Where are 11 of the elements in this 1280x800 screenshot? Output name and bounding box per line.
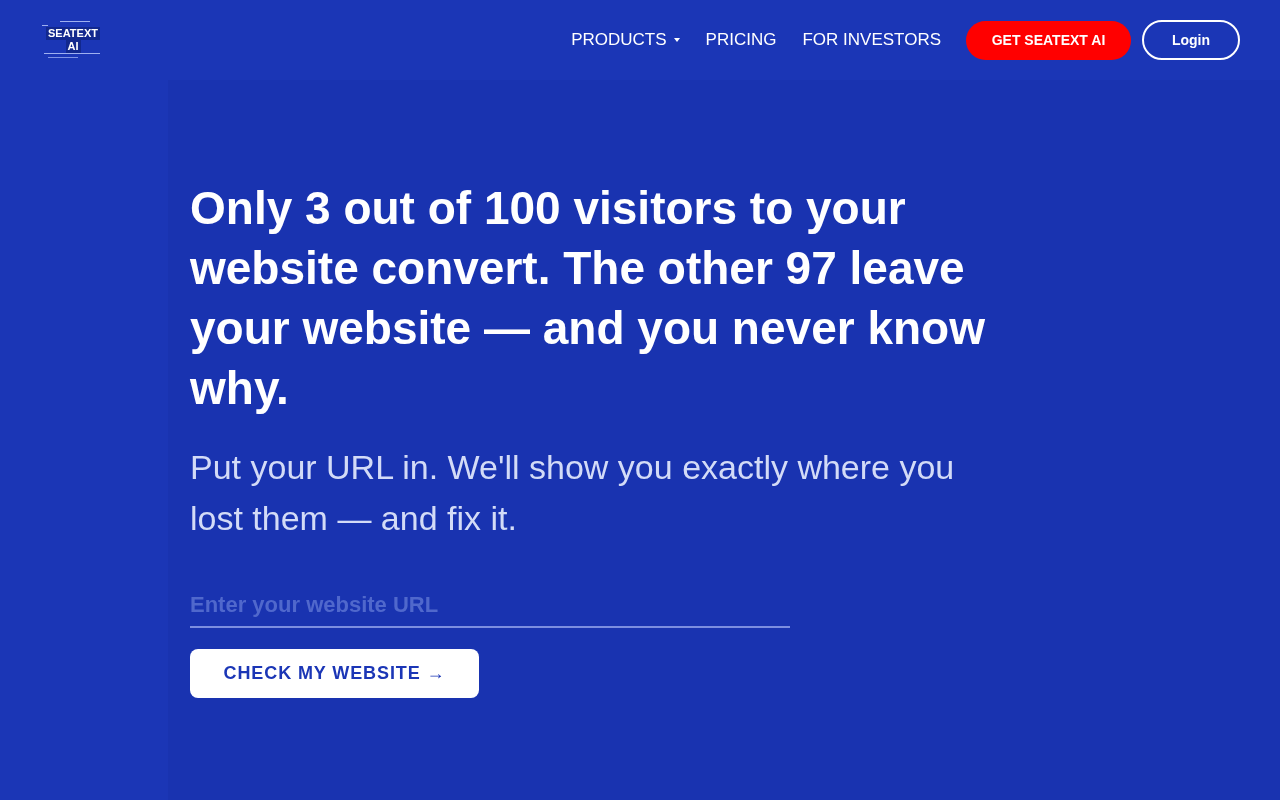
hero-subheadline: Put your URL in. We'll show you exactly where you lost them — and fix it.	[190, 447, 956, 539]
hero-headline: Only 3 out of 100 visitors to your website convert. The other 97 leave your website — and you never know why.	[190, 181, 986, 416]
nav-link[interactable]: FOR INVESTORS	[802, 30, 941, 50]
get-seatext-button[interactable]: GET SEATEXT AI	[966, 20, 1131, 60]
nav-link[interactable]: PRICING	[705, 30, 777, 50]
check-website-button[interactable]: CHECK MY WEBSITE →	[190, 649, 479, 698]
nav-link[interactable]: PRODUCTS	[571, 30, 667, 50]
logo-text: AI	[65, 40, 81, 53]
logo-text: SEATEXT	[46, 27, 100, 40]
login-button[interactable]: Login	[1142, 20, 1240, 60]
caret-down-icon[interactable]	[673, 38, 680, 42]
